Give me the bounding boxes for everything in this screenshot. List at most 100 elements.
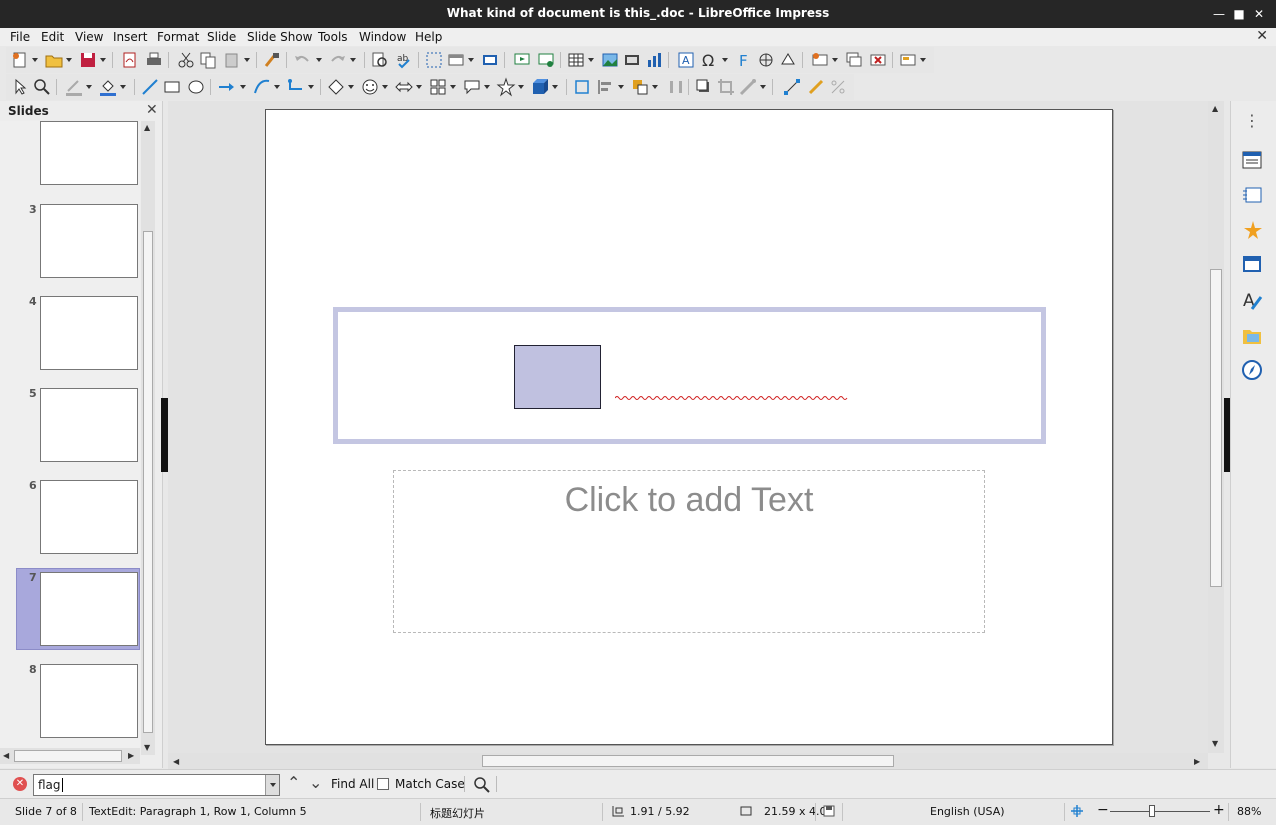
title-shape[interactable] bbox=[333, 307, 1046, 444]
undo-icon[interactable] bbox=[292, 50, 312, 70]
paste-icon[interactable] bbox=[222, 50, 242, 70]
animation-icon[interactable] bbox=[1241, 219, 1263, 241]
zoom-pan-icon[interactable] bbox=[32, 77, 52, 97]
find-input[interactable]: flag bbox=[33, 774, 280, 796]
text-box-icon[interactable]: A bbox=[676, 50, 696, 70]
slide-thumbnail[interactable] bbox=[40, 121, 138, 185]
draw-shapes-icon[interactable] bbox=[778, 50, 798, 70]
menu-tools[interactable]: Tools bbox=[318, 30, 348, 44]
line-color-icon[interactable] bbox=[64, 77, 84, 97]
filter-icon[interactable] bbox=[738, 77, 758, 97]
copy-icon[interactable] bbox=[198, 50, 218, 70]
collapse-slides-pane-handle[interactable] bbox=[161, 398, 168, 472]
save-icon[interactable] bbox=[78, 50, 98, 70]
navigator-icon[interactable] bbox=[1241, 359, 1263, 381]
rotate-icon[interactable] bbox=[572, 77, 592, 97]
shadow-icon[interactable] bbox=[694, 77, 714, 97]
vertical-scroll-thumb[interactable] bbox=[1210, 269, 1222, 587]
menu-insert[interactable]: Insert bbox=[113, 30, 147, 44]
find-replace-dialog-icon[interactable] bbox=[472, 775, 492, 795]
flowchart-icon[interactable] bbox=[428, 77, 448, 97]
crop-icon[interactable] bbox=[716, 77, 736, 97]
image-icon[interactable] bbox=[600, 50, 620, 70]
sidebar-menu-icon[interactable]: ⋮ bbox=[1241, 113, 1263, 135]
duplicate-slide-icon[interactable] bbox=[844, 50, 864, 70]
zoom-in-icon[interactable]: + bbox=[1213, 802, 1225, 818]
master-slide-icon[interactable] bbox=[480, 50, 500, 70]
rectangle-icon[interactable] bbox=[162, 77, 182, 97]
callouts-icon[interactable] bbox=[462, 77, 482, 97]
close-window-icon[interactable]: ✕ bbox=[1252, 7, 1266, 21]
find-previous-icon[interactable]: ⌃ bbox=[287, 773, 300, 792]
export-pdf-icon[interactable] bbox=[120, 50, 140, 70]
menu-slide-show[interactable]: Slide Show bbox=[247, 30, 312, 44]
canvas-horizontal-scrollbar[interactable]: ◀ ▶ bbox=[168, 753, 1208, 769]
delete-slide-icon[interactable] bbox=[868, 50, 888, 70]
open-icon[interactable] bbox=[44, 50, 64, 70]
language-status[interactable]: English (USA) bbox=[930, 805, 1005, 818]
display-views-icon[interactable] bbox=[446, 50, 466, 70]
content-placeholder[interactable]: Click to add Text bbox=[393, 470, 985, 633]
styles-icon[interactable]: A bbox=[1241, 289, 1263, 311]
slide-icon[interactable] bbox=[810, 50, 830, 70]
clone-formatting-icon[interactable] bbox=[262, 50, 282, 70]
minimize-icon[interactable]: — bbox=[1212, 7, 1226, 21]
properties-icon[interactable] bbox=[1241, 149, 1263, 171]
lines-arrows-icon[interactable] bbox=[216, 77, 236, 97]
curves-icon[interactable] bbox=[252, 77, 272, 97]
hyperlink-icon[interactable] bbox=[756, 50, 776, 70]
find-all-button[interactable]: Find All bbox=[331, 777, 374, 791]
document-modified-icon[interactable] bbox=[823, 805, 835, 817]
cut-icon[interactable] bbox=[176, 50, 196, 70]
find-replace-icon[interactable] bbox=[370, 50, 390, 70]
slide-thumbnail[interactable] bbox=[40, 204, 138, 278]
slide-thumbnail-selected[interactable] bbox=[40, 572, 138, 646]
start-current-slide-icon[interactable] bbox=[536, 50, 556, 70]
rectangle-shape[interactable] bbox=[514, 345, 601, 409]
menu-edit[interactable]: Edit bbox=[41, 30, 64, 44]
zoom-level[interactable]: 88% bbox=[1237, 805, 1261, 818]
slide-thumbnail[interactable] bbox=[40, 388, 138, 462]
zoom-slider-knob[interactable] bbox=[1149, 805, 1155, 817]
close-find-bar-icon[interactable]: ✕ bbox=[13, 777, 27, 791]
menu-window[interactable]: Window bbox=[359, 30, 406, 44]
slide-layout-icon[interactable] bbox=[898, 50, 918, 70]
menu-file[interactable]: File bbox=[10, 30, 30, 44]
symbol-shapes-icon[interactable] bbox=[360, 77, 380, 97]
menu-help[interactable]: Help bbox=[415, 30, 442, 44]
spelling-icon[interactable]: ab bbox=[394, 50, 414, 70]
align-objects-icon[interactable] bbox=[596, 77, 616, 97]
fill-color-icon[interactable] bbox=[98, 77, 118, 97]
canvas-vertical-scrollbar[interactable]: ▲ ▼ bbox=[1208, 101, 1224, 753]
slide-thumbnail[interactable] bbox=[40, 480, 138, 554]
horizontal-scroll-thumb[interactable] bbox=[482, 755, 894, 767]
menu-slide[interactable]: Slide bbox=[207, 30, 236, 44]
arrange-icon[interactable] bbox=[630, 77, 650, 97]
menu-format[interactable]: Format bbox=[157, 30, 199, 44]
stars-icon[interactable] bbox=[496, 77, 516, 97]
slide-thumbnail[interactable] bbox=[40, 664, 138, 738]
media-icon[interactable] bbox=[622, 50, 642, 70]
glue-points-icon[interactable] bbox=[806, 77, 826, 97]
line-icon[interactable] bbox=[140, 77, 160, 97]
slide-transition-icon[interactable] bbox=[1241, 185, 1263, 207]
print-icon[interactable] bbox=[144, 50, 164, 70]
toggle-extrusion-icon[interactable] bbox=[828, 77, 848, 97]
points-icon[interactable] bbox=[782, 77, 802, 97]
zoom-slider[interactable] bbox=[1110, 811, 1210, 812]
fontwork-icon[interactable]: F bbox=[734, 50, 754, 70]
new-icon[interactable] bbox=[10, 50, 30, 70]
slide-thumbnail[interactable] bbox=[40, 296, 138, 370]
close-document-icon[interactable]: ✕ bbox=[1256, 28, 1268, 44]
select-icon[interactable] bbox=[10, 77, 30, 97]
find-next-icon[interactable]: ⌄ bbox=[309, 773, 322, 792]
start-first-slide-icon[interactable] bbox=[512, 50, 532, 70]
grid-icon[interactable] bbox=[424, 50, 444, 70]
find-history-dropdown[interactable] bbox=[265, 775, 279, 795]
slide[interactable]: Click to add Text bbox=[265, 109, 1113, 745]
block-arrows-icon[interactable] bbox=[394, 77, 414, 97]
match-case-checkbox[interactable] bbox=[377, 778, 389, 790]
slides-vertical-scrollbar[interactable]: ▲ ▼ bbox=[141, 121, 155, 755]
maximize-icon[interactable]: ■ bbox=[1232, 7, 1246, 21]
zoom-out-icon[interactable]: − bbox=[1097, 802, 1109, 818]
